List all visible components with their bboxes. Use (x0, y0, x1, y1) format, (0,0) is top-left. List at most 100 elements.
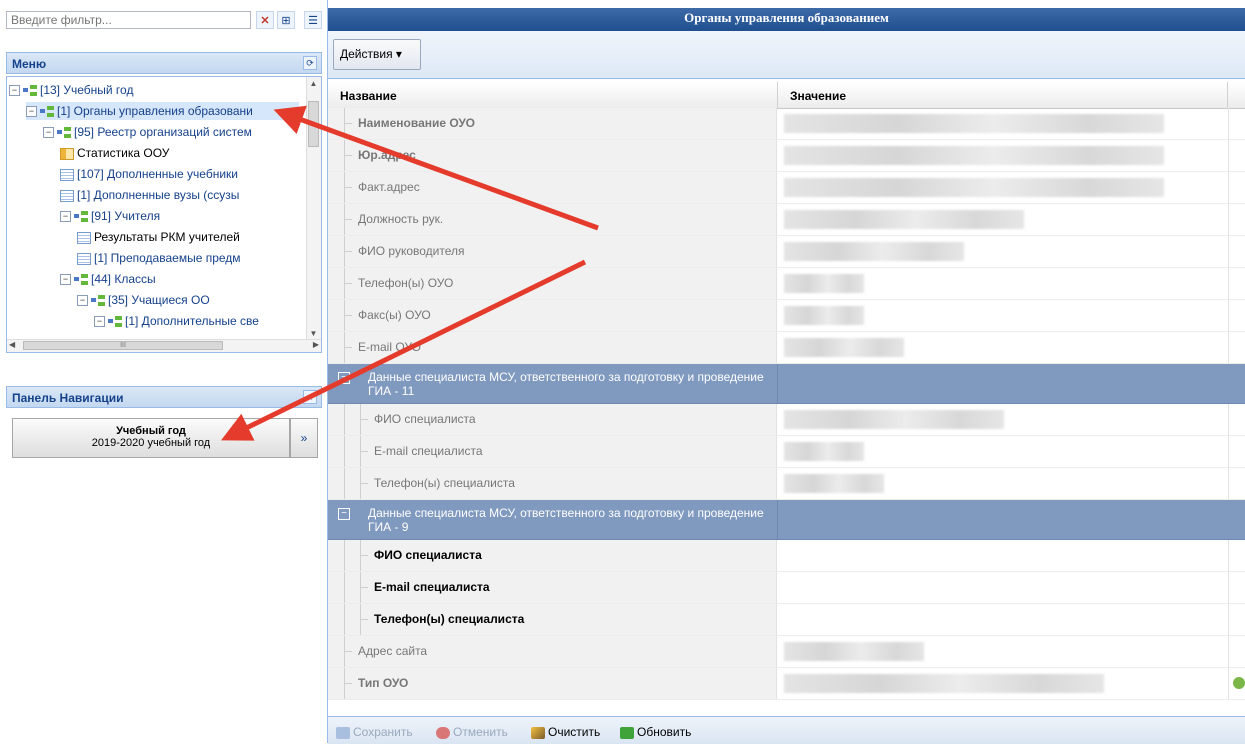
property-value-cell[interactable] (778, 268, 1228, 299)
cancel-button[interactable]: Отменить (436, 725, 508, 739)
save-button[interactable]: Сохранить (336, 725, 413, 739)
scroll-left-icon[interactable]: ◀ (9, 340, 15, 349)
property-row[interactable]: Должность рук. (328, 204, 1245, 236)
property-row[interactable]: Адрес сайта (328, 636, 1245, 668)
property-row[interactable]: ФИО руководителя (328, 236, 1245, 268)
tree-branch (344, 155, 352, 156)
property-row[interactable]: Факт.адрес (328, 172, 1245, 204)
tree-hscroll-thumb[interactable]: III (23, 341, 223, 350)
property-value-cell[interactable] (778, 108, 1228, 139)
refresh-menu-icon[interactable]: ⟳ (303, 56, 317, 70)
property-row[interactable]: Тип ОУО (328, 668, 1245, 700)
tree-node[interactable]: [107] Дополненные учебники (60, 165, 238, 183)
property-row[interactable]: E-mail специалиста (328, 436, 1245, 468)
clear-button[interactable]: Очистить (531, 725, 600, 739)
edit-icon[interactable] (1233, 677, 1245, 689)
column-header-value[interactable]: Значение (778, 82, 1228, 108)
tree-horizontal-scrollbar[interactable]: ◀ III ▶ (7, 339, 321, 352)
property-row[interactable]: Факс(ы) ОУО (328, 300, 1245, 332)
group-row[interactable]: − Данные специалиста МСУ, ответственного … (328, 364, 1245, 404)
tree-toggle-icon[interactable]: − (26, 106, 37, 118)
property-row[interactable]: ФИО специалиста (328, 540, 1245, 572)
group-row[interactable]: − Данные специалиста МСУ, ответственного … (328, 500, 1245, 540)
tree-node-label: [95] Реестр организаций систем (74, 125, 252, 139)
property-value-cell[interactable] (778, 300, 1228, 331)
property-name-cell: Наименование ОУО (328, 108, 777, 139)
property-value-cell[interactable] (778, 236, 1228, 267)
property-row[interactable]: Наименование ОУО (328, 108, 1245, 140)
tree-node[interactable]: − [95] Реестр организаций систем (43, 123, 252, 141)
property-row[interactable]: Телефон(ы) ОУО (328, 268, 1245, 300)
collapse-nav-icon[interactable]: « (303, 390, 317, 404)
refresh-button[interactable]: Обновить (620, 725, 691, 739)
tree-toggle-icon[interactable]: − (9, 85, 20, 97)
scroll-down-icon[interactable]: ▼ (308, 329, 319, 339)
school-year-more-button[interactable]: » (290, 418, 318, 458)
property-value-cell[interactable] (778, 436, 1228, 467)
expand-tree-icon[interactable]: ⊞ (277, 11, 295, 29)
tree-branch (344, 651, 352, 652)
property-value-cell[interactable] (778, 204, 1228, 235)
cell-border (1228, 236, 1229, 267)
filter-input[interactable] (6, 11, 251, 29)
tree-toggle-icon[interactable]: − (60, 274, 71, 286)
property-value-cell[interactable] (778, 636, 1228, 667)
tree-toggle-icon[interactable]: − (77, 295, 88, 307)
group-row-label: Данные специалиста МСУ, ответственного з… (368, 506, 764, 534)
tree-node-label: [107] Дополненные учебники (77, 167, 239, 181)
tree-vscroll-thumb[interactable] (308, 101, 319, 147)
property-value-cell[interactable] (778, 404, 1228, 435)
redacted-value (784, 306, 864, 325)
tree-toggle-icon[interactable]: − (60, 211, 71, 223)
tree-line (344, 468, 345, 499)
property-value-cell[interactable] (778, 668, 1228, 699)
tree-vertical-scrollbar[interactable]: ▲ ▼ (306, 77, 321, 341)
property-value-cell[interactable] (778, 572, 1228, 603)
group-collapse-icon[interactable]: − (338, 508, 350, 520)
tree-toggle-icon[interactable]: − (43, 127, 54, 139)
tree-node[interactable]: Результаты РКМ учителей (77, 228, 240, 246)
tree-node-label: Результаты РКМ учителей (94, 230, 240, 244)
scroll-up-icon[interactable]: ▲ (308, 79, 319, 89)
property-value-cell[interactable] (778, 172, 1228, 203)
property-row[interactable]: Телефон(ы) специалиста (328, 468, 1245, 500)
property-value-cell[interactable] (778, 140, 1228, 171)
tree-toggle-icon[interactable]: − (94, 316, 105, 328)
tree-node-label: [13] Учебный год (40, 83, 134, 97)
property-row[interactable]: Телефон(ы) специалиста (328, 604, 1245, 636)
refresh-label: Обновить (637, 725, 692, 739)
property-value-cell[interactable] (778, 468, 1228, 499)
school-year-button[interactable]: Учебный год 2019-2020 учебный год (12, 418, 290, 458)
property-name: ФИО специалиста (374, 412, 476, 426)
cell-border (1228, 404, 1229, 435)
actions-menu-button[interactable]: Действия ▾ (333, 39, 421, 70)
property-row[interactable]: ФИО специалиста (328, 404, 1245, 436)
bottom-toolbar: Сохранить Отменить Очистить Обновить (328, 716, 1245, 744)
property-row[interactable]: Юр.адрес (328, 140, 1245, 172)
group-collapse-icon[interactable]: − (338, 372, 350, 384)
property-row[interactable]: E-mail ОУО (328, 332, 1245, 364)
tree-node[interactable]: [1] Дополненные вузы (ссузы (60, 186, 239, 204)
tree-node[interactable]: [1] Преподаваемые предм (77, 249, 241, 267)
tree-node[interactable]: − [35] Учащиеся ОО (77, 291, 210, 309)
column-header-name[interactable]: Название (328, 82, 778, 108)
org-icon (74, 274, 88, 286)
tree-node[interactable]: − [1] Дополнительные све (94, 312, 259, 330)
grid-header: Название Значение (328, 82, 1245, 109)
tree-node[interactable]: − [13] Учебный год (9, 81, 133, 99)
menu-panel-header: Меню ⟳ (6, 52, 322, 74)
property-name-cell: ФИО специалиста (328, 540, 777, 571)
tree-node[interactable]: − [44] Классы (60, 270, 156, 288)
property-row[interactable]: E-mail специалиста (328, 572, 1245, 604)
tree-node[interactable]: − [91] Учителя (60, 207, 160, 225)
scroll-right-icon[interactable]: ▶ (313, 340, 319, 349)
property-name-cell: Телефон(ы) специалиста (328, 604, 777, 635)
property-name: Телефон(ы) ОУО (358, 276, 454, 290)
tree-node[interactable]: Статистика ООУ (60, 144, 169, 162)
tree-node[interactable]: − [1] Органы управления образовани (26, 102, 299, 120)
property-value-cell[interactable] (778, 604, 1228, 635)
property-value-cell[interactable] (778, 540, 1228, 571)
property-value-cell[interactable] (778, 332, 1228, 363)
collapse-tree-icon[interactable]: ☰ (304, 11, 322, 29)
clear-filter-icon[interactable]: ✕ (256, 11, 274, 29)
